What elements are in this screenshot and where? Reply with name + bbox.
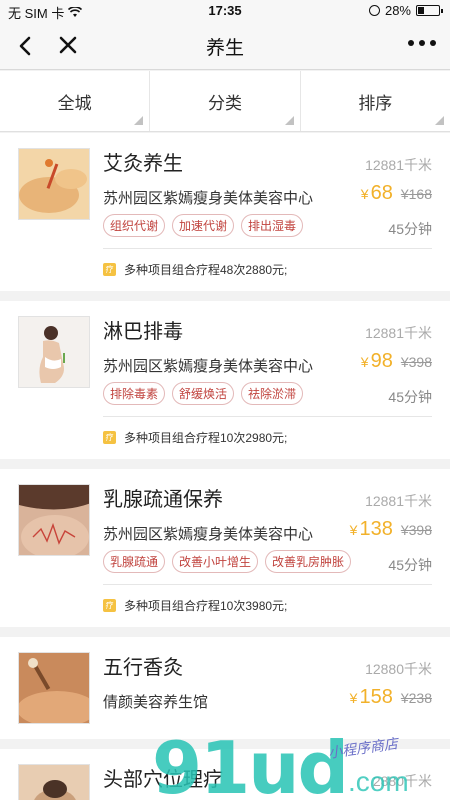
- divider: [103, 584, 432, 585]
- price-value: 158: [359, 686, 393, 708]
- shop-name: 苏州园区紫嫣瘦身美体美容中心: [103, 190, 314, 207]
- filter-sort-label: 排序: [358, 93, 393, 113]
- duration: 45分钟: [388, 389, 432, 405]
- dropdown-corner-icon: [284, 116, 294, 125]
- course-badge-icon: 疗: [103, 599, 116, 612]
- more-dot: [408, 40, 414, 46]
- effect-tag: 乳腺疏通: [103, 550, 166, 573]
- service-thumbnail: [18, 148, 90, 220]
- battery-percent: 28%: [384, 3, 411, 18]
- service-card[interactable]: 头部穴位理疗 2880千米: [0, 749, 450, 800]
- tag-list: 排除毒素 舒缓焕活 祛除淤滞: [103, 382, 304, 405]
- service-card[interactable]: 艾灸养生 12881千米 苏州园区紫嫣瘦身美体美容中心 ¥68 ¥168 组织代…: [0, 133, 450, 291]
- page-title: 养生: [205, 38, 244, 59]
- service-list: 艾灸养生 12881千米 苏州园区紫嫣瘦身美体美容中心 ¥68 ¥168 组织代…: [0, 133, 450, 800]
- effect-tag: 改善乳房肿胀: [265, 550, 352, 573]
- distance: 12881千米: [365, 493, 432, 509]
- original-price: ¥238: [400, 690, 432, 706]
- currency-symbol: ¥: [349, 522, 358, 538]
- currency-symbol: ¥: [360, 186, 369, 202]
- service-name: 淋巴排毒: [103, 321, 183, 343]
- service-name: 乳腺疏通保养: [103, 489, 223, 511]
- divider: [103, 416, 432, 417]
- service-name: 艾灸养生: [103, 153, 183, 175]
- currency-symbol: ¥: [349, 690, 358, 706]
- effect-tag: 改善小叶增生: [172, 550, 259, 573]
- duration: 45分钟: [388, 557, 432, 573]
- effect-tag: 组织代谢: [103, 214, 166, 237]
- original-price: ¥168: [400, 186, 432, 202]
- more-dot: [419, 40, 425, 46]
- price-value: 138: [359, 518, 393, 540]
- promo-text: 多种项目组合疗程10次3980元;: [124, 599, 288, 613]
- distance: 2880千米: [372, 773, 432, 789]
- tag-list: 乳腺疏通 改善小叶增生 改善乳房肿胀: [103, 550, 352, 573]
- tag-list: 组织代谢 加速代谢 排出湿毒: [103, 214, 304, 237]
- price-group: ¥98 ¥398: [361, 350, 432, 373]
- filter-city-label: 全城: [57, 93, 92, 113]
- shop-name: 倩颜美容养生馆: [103, 694, 209, 711]
- divider: [103, 248, 432, 249]
- course-badge-icon: 疗: [103, 263, 116, 276]
- promo-text: 多种项目组合疗程48次2880元;: [124, 263, 288, 277]
- distance: 12880千米: [365, 661, 432, 677]
- status-right: 28%: [368, 3, 443, 18]
- shop-name: 苏州园区紫嫣瘦身美体美容中心: [103, 358, 314, 375]
- promo-text: 多种项目组合疗程10次2980元;: [124, 431, 288, 445]
- filter-category[interactable]: 分类: [150, 71, 301, 131]
- dropdown-corner-icon: [134, 116, 144, 125]
- effect-tag: 排出湿毒: [241, 214, 304, 237]
- effect-tag: 排除毒素: [103, 382, 166, 405]
- promo-line: 疗 多种项目组合疗程48次2880元;: [103, 261, 287, 278]
- rotation-lock-icon: [368, 5, 380, 16]
- service-thumbnail: [18, 316, 90, 388]
- battery-icon: [416, 5, 443, 16]
- current-price: ¥68: [361, 182, 393, 205]
- current-price: ¥158: [350, 686, 393, 709]
- currency-symbol: ¥: [360, 354, 369, 370]
- original-price: ¥398: [400, 354, 432, 370]
- service-card[interactable]: 淋巴排毒 12881千米 苏州园区紫嫣瘦身美体美容中心 ¥98 ¥398 排除毒…: [0, 301, 450, 459]
- price-group: ¥68 ¥168: [361, 182, 432, 205]
- distance: 12881千米: [365, 157, 432, 173]
- service-thumbnail: [18, 652, 90, 724]
- service-card[interactable]: 五行香灸 12880千米 倩颜美容养生馆 ¥158 ¥238: [0, 637, 450, 739]
- original-price: ¥398: [400, 522, 432, 538]
- price-value: 98: [370, 350, 393, 372]
- effect-tag: 祛除淤滞: [241, 382, 304, 405]
- status-bar: 无 SIM 卡 17:35 28%: [0, 0, 450, 22]
- service-card[interactable]: 乳腺疏通保养 12881千米 苏州园区紫嫣瘦身美体美容中心 ¥138 ¥398 …: [0, 469, 450, 627]
- effect-tag: 加速代谢: [172, 214, 235, 237]
- more-button[interactable]: [408, 40, 436, 46]
- distance: 12881千米: [365, 325, 432, 341]
- service-thumbnail: [18, 764, 90, 800]
- price-group: ¥158 ¥238: [350, 686, 432, 709]
- current-price: ¥138: [350, 518, 393, 541]
- filter-category-label: 分类: [207, 93, 242, 113]
- shop-name: 苏州园区紫嫣瘦身美体美容中心: [103, 526, 314, 543]
- price-value: 68: [370, 182, 393, 204]
- promo-line: 疗 多种项目组合疗程10次3980元;: [103, 597, 287, 614]
- effect-tag: 舒缓焕活: [172, 382, 235, 405]
- service-thumbnail: [18, 484, 90, 556]
- promo-line: 疗 多种项目组合疗程10次2980元;: [103, 429, 287, 446]
- current-price: ¥98: [361, 350, 393, 373]
- filter-city[interactable]: 全城: [0, 71, 151, 131]
- duration: 45分钟: [388, 221, 432, 237]
- filter-bar: 全城 分类 排序: [0, 71, 450, 132]
- dropdown-corner-icon: [434, 116, 444, 125]
- more-dot: [430, 40, 436, 46]
- filter-sort[interactable]: 排序: [301, 71, 450, 131]
- service-name: 头部穴位理疗: [103, 769, 223, 791]
- nav-bar: 养生: [0, 22, 450, 70]
- price-group: ¥138 ¥398: [350, 518, 432, 541]
- service-name: 五行香灸: [103, 657, 183, 679]
- course-badge-icon: 疗: [103, 431, 116, 444]
